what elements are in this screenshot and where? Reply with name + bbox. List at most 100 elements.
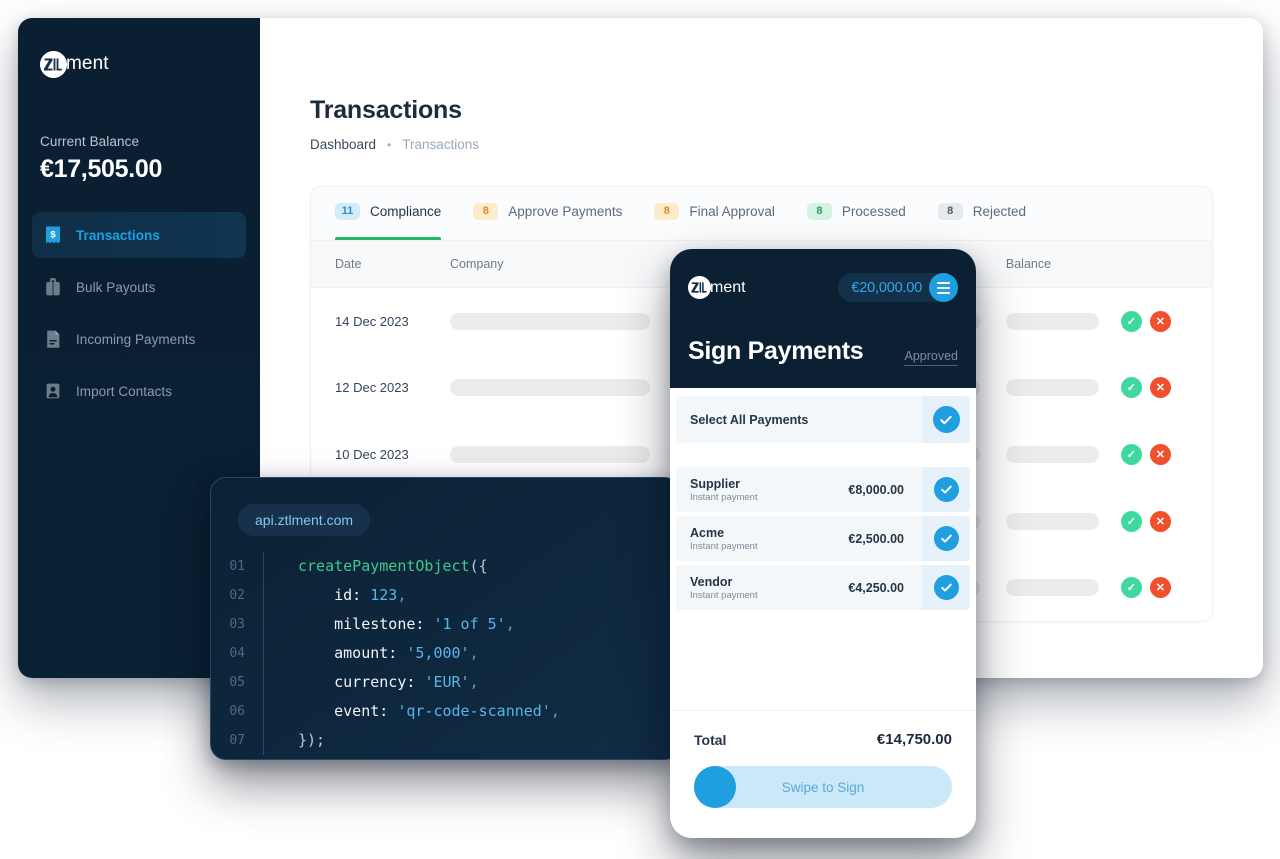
x-icon[interactable]: ✕ (1149, 377, 1171, 399)
payment-check-cell[interactable] (922, 516, 970, 561)
swipe-to-sign-slider[interactable]: Swipe to Sign (694, 766, 952, 808)
line-number: 03 (229, 617, 245, 632)
total-label: Total (694, 731, 727, 748)
screenshot-stage: ment Current Balance €17,505.00 $ Transa… (0, 0, 1280, 859)
payment-amount: €2,500.00 (848, 531, 904, 546)
phone-brand-logo: ment (688, 276, 746, 299)
current-balance-block: Current Balance €17,505.00 (18, 84, 260, 184)
payment-row[interactable]: Acme Instant payment €2,500.00 (676, 516, 970, 561)
total-row: Total €14,750.00 (694, 731, 952, 748)
sidebar-item-import-contacts[interactable]: Import Contacts (32, 368, 246, 414)
brand-name: ment (66, 53, 109, 74)
list-spacer (670, 447, 976, 467)
column-header-balance: Balance (1005, 257, 1052, 271)
swipe-label: Swipe to Sign (781, 779, 865, 795)
check-icon[interactable]: ✓ (1120, 577, 1142, 599)
phone-payment-list: Select All Payments Supplier Instant pay… (670, 396, 976, 610)
line-number: 07 (229, 733, 245, 748)
select-all-payments-row[interactable]: Select All Payments (676, 396, 970, 443)
cell-actions: ✓ ✕ (1120, 377, 1188, 399)
line-content: id: 123, (263, 581, 679, 610)
select-all-check-cell[interactable] (922, 396, 970, 443)
document-icon (44, 329, 62, 349)
brand-logo: ment (18, 18, 260, 84)
user-icon (44, 381, 62, 401)
cell-actions: ✓ ✕ (1120, 310, 1188, 332)
cell-company (450, 379, 680, 397)
cell-balance (1005, 379, 1121, 397)
tab-rejected[interactable]: 8 Rejected (937, 187, 1027, 240)
check-icon[interactable]: ✓ (1120, 377, 1142, 399)
tab-label: Processed (841, 204, 906, 219)
api-host-chip[interactable]: api.ztlment.com (238, 504, 371, 536)
x-icon[interactable]: ✕ (1149, 443, 1171, 465)
page-title: Transactions (310, 96, 462, 124)
sidebar-nav: $ Transactions Bulk Payouts Incoming Pay… (18, 212, 260, 414)
cell-actions: ✓ ✕ (1120, 510, 1188, 532)
line-content: currency: 'EUR', (263, 668, 679, 697)
check-icon[interactable] (933, 575, 959, 600)
code-block: 01 createPaymentObject({ 02 id: 123, 03 … (211, 552, 679, 755)
column-header-company: Company (450, 257, 504, 271)
payment-name: Acme (690, 525, 725, 540)
sidebar-item-bulk-payouts[interactable]: Bulk Payouts (32, 264, 246, 310)
cell-date: 12 Dec 2023 (335, 380, 409, 396)
page-header: Transactions Dashboard • Transactions (260, 18, 1263, 152)
line-content: createPaymentObject({ (263, 552, 679, 581)
line-number: 06 (229, 704, 245, 719)
tab-processed[interactable]: 8 Processed (806, 187, 906, 240)
mobile-sign-payments-app: ment €20,000.00 Sign Payments Approved S… (670, 249, 976, 838)
tab-label: Rejected (972, 204, 1027, 219)
payment-row[interactable]: Supplier Instant payment €8,000.00 (676, 467, 970, 512)
cell-date: 10 Dec 2023 (335, 446, 409, 462)
phone-footer: Total €14,750.00 Swipe to Sign (670, 710, 976, 838)
payment-amount: €4,250.00 (848, 580, 904, 595)
briefcase-icon (44, 277, 62, 297)
cell-actions: ✓ ✕ (1120, 443, 1188, 465)
sidebar-item-label: Import Contacts (76, 383, 173, 399)
tab-badge-count: 8 (473, 203, 499, 220)
tab-badge-count: 8 (806, 203, 832, 220)
phone-balance-pill[interactable]: €20,000.00 (838, 273, 958, 302)
check-icon[interactable] (933, 526, 959, 551)
select-all-label: Select All Payments (690, 412, 809, 427)
sidebar-item-incoming-payments[interactable]: Incoming Payments (32, 316, 246, 362)
payment-amount: €8,000.00 (848, 482, 904, 497)
total-value: €14,750.00 (876, 731, 952, 748)
tab-badge-count: 11 (335, 203, 360, 220)
payment-check-cell[interactable] (922, 467, 970, 512)
code-line: 07 }); (211, 726, 679, 755)
payment-subtitle: Instant payment (690, 540, 758, 552)
check-icon[interactable]: ✓ (1120, 443, 1142, 465)
balance-label: Current Balance (40, 134, 140, 149)
x-icon[interactable]: ✕ (1149, 310, 1171, 332)
cell-balance (1005, 512, 1121, 530)
cell-balance (1005, 312, 1121, 330)
tab-label: Compliance (370, 204, 442, 219)
check-icon[interactable] (933, 477, 959, 502)
tab-approve-payments[interactable]: 8 Approve Payments (473, 187, 623, 240)
check-icon[interactable] (932, 406, 960, 433)
payment-check-cell[interactable] (922, 565, 970, 610)
phone-header: ment €20,000.00 Sign Payments Approved (670, 249, 976, 388)
hamburger-icon[interactable] (929, 273, 958, 302)
code-line: 02 id: 123, (211, 581, 679, 610)
x-icon[interactable]: ✕ (1149, 577, 1171, 599)
tab-compliance[interactable]: 11 Compliance (335, 187, 442, 240)
payment-info: Acme Instant payment (690, 526, 848, 552)
brand-mark-icon (688, 276, 711, 299)
check-icon[interactable]: ✓ (1120, 510, 1142, 532)
breadcrumb-dashboard[interactable]: Dashboard (310, 137, 376, 152)
x-icon[interactable]: ✕ (1149, 510, 1171, 532)
cell-balance (1005, 445, 1121, 463)
tab-label: Approve Payments (508, 204, 623, 219)
breadcrumb-current: Transactions (402, 137, 480, 152)
payment-row[interactable]: Vendor Instant payment €4,250.00 (676, 565, 970, 610)
code-line: 06 event: 'qr-code-scanned', (211, 697, 679, 726)
status-badge[interactable]: Approved (904, 349, 958, 366)
check-icon[interactable]: ✓ (1120, 310, 1142, 332)
sidebar-item-transactions[interactable]: $ Transactions (32, 212, 246, 258)
tab-final-approval[interactable]: 8 Final Approval (654, 187, 775, 240)
phone-screen-title: Sign Payments (688, 337, 864, 365)
cell-company (450, 445, 680, 463)
